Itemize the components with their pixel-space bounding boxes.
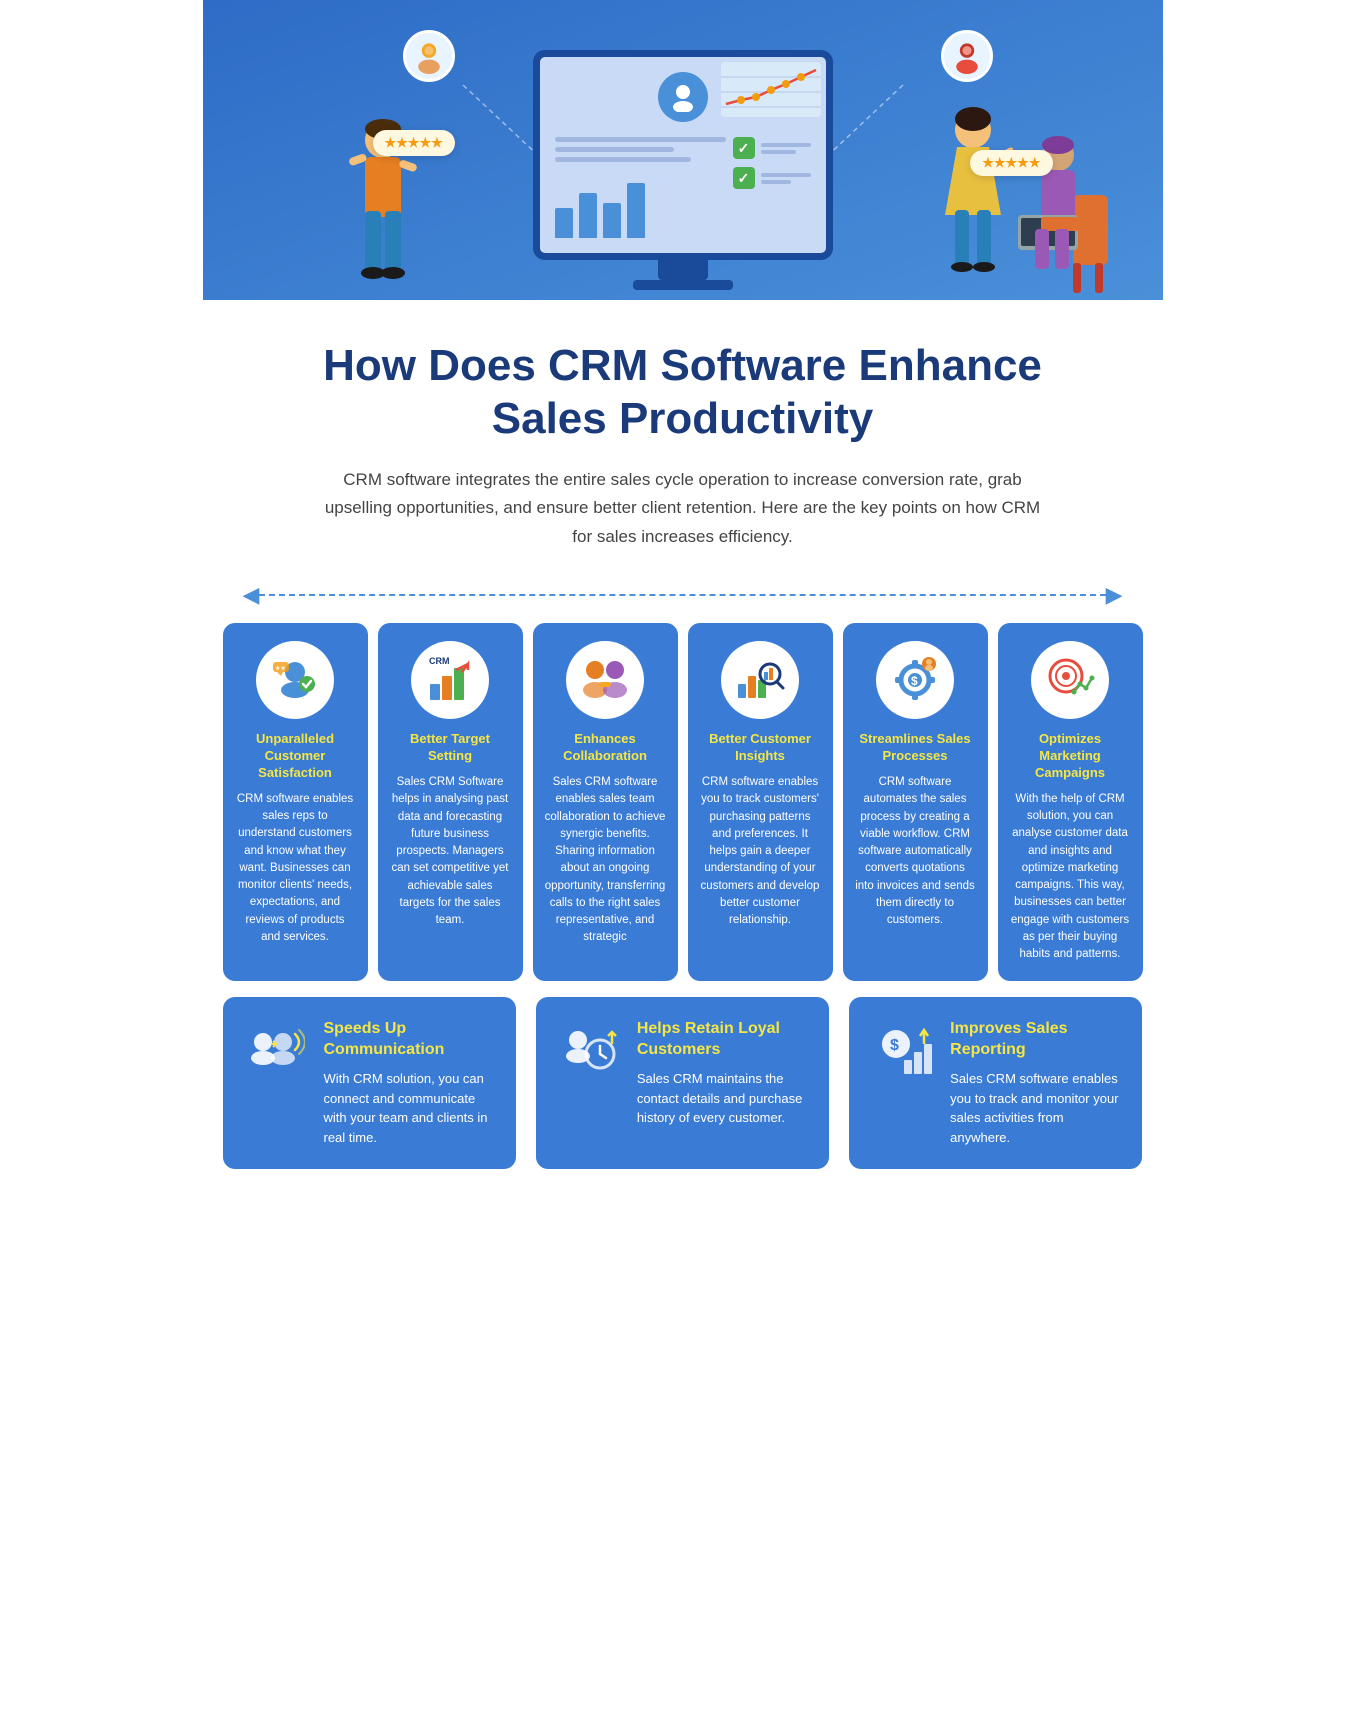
bottom-cards-section: Speeds Up Communication With CRM solutio… [203, 997, 1163, 1209]
card-text-5: CRM software automates the sales process… [855, 774, 976, 929]
svg-text:$: $ [911, 674, 918, 688]
card-better-customer-insights: Better Customer Insights CRM software en… [688, 623, 833, 981]
card-icon-circle-1: ★★ [256, 641, 334, 719]
card-bottom-title-1: Speeds Up Communication [324, 1019, 496, 1061]
card-bottom-text-2: Sales CRM maintains the contact details … [637, 1069, 809, 1128]
arrow-right-icon: ▶ [1106, 582, 1123, 608]
subtitle: CRM software integrates the entire sales… [323, 466, 1043, 553]
arrow-left-icon: ◀ [243, 582, 260, 608]
card-unparalleled-customer-satisfaction: ★★ Unparalleled Customer Satisfaction CR… [223, 623, 368, 981]
card-text-2: Sales CRM Software helps in analysing pa… [390, 774, 511, 929]
monitor-display: ✓ ✓ [533, 50, 833, 290]
card-bottom-content-1: Speeds Up Communication With CRM solutio… [324, 1019, 496, 1147]
card-title-6: Optimizes Marketing Campaigns [1010, 731, 1131, 782]
card-text-1: CRM software enables sales reps to under… [235, 791, 356, 946]
card-text-6: With the help of CRM solution, you can a… [1010, 791, 1131, 964]
card-icon-circle-6 [1031, 641, 1109, 719]
person-right [933, 105, 1013, 300]
hero-section: ★★★★★ ★★★★★ [203, 0, 1163, 300]
card-bottom-title-3: Improves Sales Reporting [950, 1019, 1122, 1061]
card-icon-circle-3 [566, 641, 644, 719]
stars-badge-right: ★★★★★ [970, 150, 1052, 176]
card-title-1: Unparalleled Customer Satisfaction [235, 731, 356, 782]
person-top-right [941, 30, 993, 82]
card-icon-circle-2: CRM [411, 641, 489, 719]
svg-text:$: $ [890, 1037, 899, 1054]
card-icon-circle-5: $ [876, 641, 954, 719]
card-bottom-icon-3: $ [869, 1019, 934, 1084]
card-bottom-icon-1 [243, 1019, 308, 1084]
card-enhances-collaboration: Enhances Collaboration Sales CRM softwar… [533, 623, 678, 981]
card-title-3: Enhances Collaboration [545, 731, 666, 765]
card-bottom-title-2: Helps Retain Loyal Customers [637, 1019, 809, 1061]
divider-line [259, 594, 1105, 596]
hero-illustration: ★★★★★ ★★★★★ [243, 30, 1123, 300]
card-improves-sales-reporting: $ Improves Sales Reporting Sales CRM sof… [849, 997, 1142, 1169]
card-better-target-setting: CRM Better Target Setting Sales CRM Soft… [378, 623, 523, 981]
card-speeds-up-communication: Speeds Up Communication With CRM solutio… [223, 997, 516, 1169]
card-bottom-text-1: With CRM solution, you can connect and c… [324, 1069, 496, 1147]
card-title-2: Better Target Setting [390, 731, 511, 765]
card-bottom-icon-2 [556, 1019, 621, 1084]
person-top-left [403, 30, 455, 82]
divider-section: ◀ ▶ [203, 572, 1163, 623]
card-icon-circle-4 [721, 641, 799, 719]
card-title-5: Streamlines Sales Processes [855, 731, 976, 765]
card-bottom-text-3: Sales CRM software enables you to track … [950, 1069, 1122, 1147]
card-text-4: CRM software enables you to track custom… [700, 774, 821, 929]
svg-text:CRM: CRM [429, 656, 450, 666]
svg-text:★★: ★★ [275, 665, 286, 672]
stars-badge-left: ★★★★★ [373, 130, 455, 156]
title-section: How Does CRM Software Enhance Sales Prod… [203, 300, 1163, 572]
main-title: How Does CRM Software Enhance Sales Prod… [263, 340, 1103, 446]
card-helps-retain-loyal-customers: Helps Retain Loyal Customers Sales CRM m… [536, 997, 829, 1169]
card-optimizes-marketing-campaigns: Optimizes Marketing Campaigns With the h… [998, 623, 1143, 981]
card-title-4: Better Customer Insights [700, 731, 821, 765]
card-text-3: Sales CRM software enables sales team co… [545, 774, 666, 947]
card-streamlines-sales-processes: $ Streamlines Sales Processes CRM softwa… [843, 623, 988, 981]
top-cards-section: ★★ Unparalleled Customer Satisfaction CR… [203, 623, 1163, 997]
card-bottom-content-2: Helps Retain Loyal Customers Sales CRM m… [637, 1019, 809, 1127]
card-bottom-content-3: Improves Sales Reporting Sales CRM softw… [950, 1019, 1122, 1147]
